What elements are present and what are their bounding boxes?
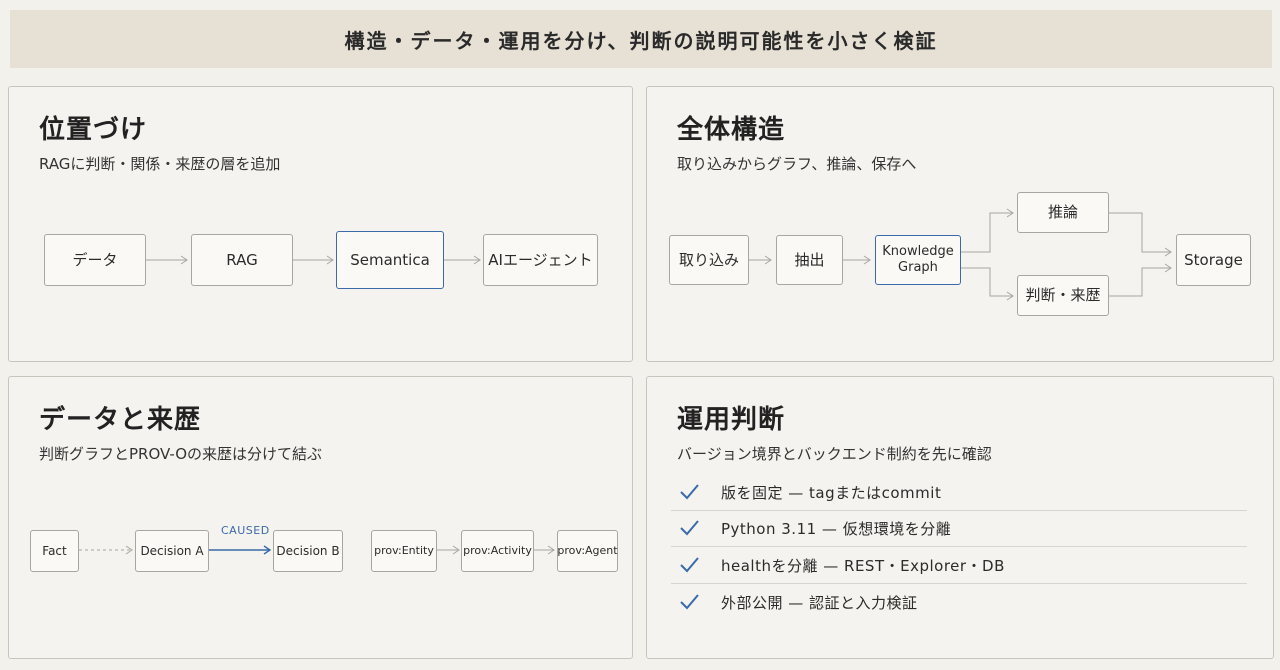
arrowhead	[326, 255, 334, 265]
arrow-kg-reasoning	[961, 212, 1013, 253]
arrowhead	[764, 255, 772, 265]
check-icon	[680, 484, 699, 500]
arrowhead	[473, 255, 481, 265]
checklist-item: Python 3.11 — 仮想環境を分離	[671, 510, 1247, 547]
arrowhead	[1006, 291, 1014, 301]
node-data: データ	[44, 234, 146, 286]
checklist-item-text: Python 3.11 — 仮想環境を分離	[721, 519, 952, 538]
checklist-item-text: healthを分離 — REST・Explorer・DB	[721, 556, 1005, 575]
check-icon	[680, 594, 699, 610]
page-banner: 構造・データ・運用を分け、判断の説明可能性を小さく検証	[10, 10, 1272, 68]
checklist-item-text: 版を固定 — tagまたはcommit	[721, 483, 942, 502]
positioning-title: 位置づけ	[39, 115, 148, 145]
arrowhead	[863, 255, 871, 265]
node-rag: RAG	[191, 234, 293, 286]
arrow-decision-storage	[1109, 267, 1171, 297]
positioning-subtitle: RAGに判断・関係・来歴の層を追加	[39, 155, 281, 173]
operations-panel: 運用判断 バージョン境界とバックエンド制約を先に確認 版を固定 — tagまたは…	[646, 376, 1274, 659]
node-ai-agent: AIエージェント	[483, 234, 598, 286]
arrowhead	[452, 545, 460, 555]
provenance-panel: データと来歴 判断グラフとPROV-Oの来歴は分けて結ぶ CAUSED Fact…	[8, 376, 633, 659]
node-knowledge-graph: Knowledge Graph	[875, 235, 961, 285]
check-icon	[680, 557, 699, 573]
node-ingest: 取り込み	[669, 235, 749, 285]
check-icon	[680, 520, 699, 536]
checklist-item: 外部公開 — 認証と入力検証	[671, 584, 1247, 620]
checklist-item-text: 外部公開 — 認証と入力検証	[721, 593, 918, 612]
node-prov-activity: prov:Activity	[461, 530, 534, 572]
node-prov-agent: prov:Agent	[557, 530, 618, 572]
arrowhead	[125, 545, 133, 555]
arrowhead	[263, 545, 272, 555]
architecture-title: 全体構造	[677, 115, 786, 145]
arrowhead	[180, 255, 188, 265]
node-decision-provenance: 判断・来歴	[1017, 275, 1109, 316]
operations-title: 運用判断	[677, 405, 786, 435]
positioning-panel: 位置づけ RAGに判断・関係・来歴の層を追加 データ RAG Semantica…	[8, 86, 633, 362]
arrowhead	[547, 545, 555, 555]
node-decision-b: Decision B	[273, 530, 343, 572]
node-semantica: Semantica	[336, 231, 444, 289]
arrowhead	[1164, 263, 1172, 273]
arrow-reasoning-storage	[1109, 212, 1171, 253]
arrow-kg-decision	[961, 267, 1013, 297]
checklist-item: 版を固定 — tagまたはcommit	[671, 474, 1247, 511]
node-prov-entity: prov:Entity	[371, 530, 437, 572]
node-storage: Storage	[1176, 234, 1251, 286]
operations-subtitle: バージョン境界とバックエンド制約を先に確認	[677, 445, 992, 463]
node-fact: Fact	[30, 530, 79, 572]
arrowhead	[1006, 208, 1014, 218]
caused-label: CAUSED	[221, 524, 270, 537]
checklist-item: healthを分離 — REST・Explorer・DB	[671, 547, 1247, 584]
architecture-panel: 全体構造 取り込みからグラフ、推論、保存へ 取り込み 抽出 Knowledge …	[646, 86, 1274, 362]
node-reasoning: 推論	[1017, 192, 1109, 233]
architecture-subtitle: 取り込みからグラフ、推論、保存へ	[677, 155, 917, 173]
arrowhead	[1164, 247, 1172, 257]
provenance-title: データと来歴	[39, 405, 202, 435]
provenance-subtitle: 判断グラフとPROV-Oの来歴は分けて結ぶ	[39, 445, 323, 463]
node-extract: 抽出	[776, 235, 843, 285]
node-decision-a: Decision A	[135, 530, 209, 572]
